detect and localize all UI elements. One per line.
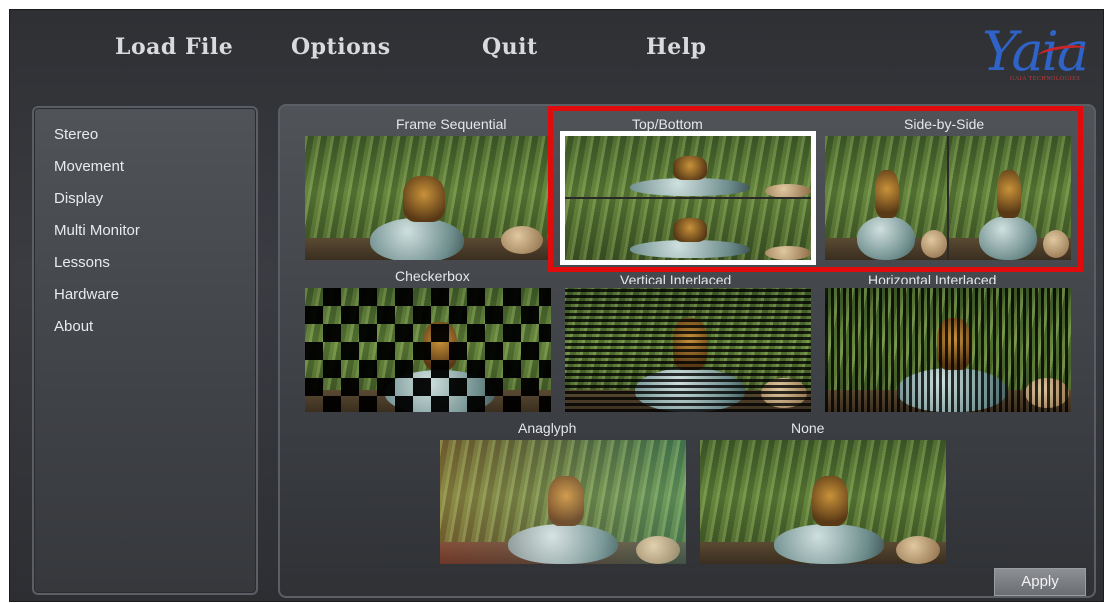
sidebar-item-lessons[interactable]: Lessons: [54, 254, 110, 271]
label-side-by-side: Side-by-Side: [904, 116, 985, 132]
rock-shape: [370, 218, 464, 260]
checker-pattern: [305, 288, 551, 412]
mode-thumb-top-bottom[interactable]: [560, 131, 816, 265]
label-checkerbox: Checkerbox: [395, 268, 470, 284]
logo: Yaia GAIA TECHNOLOGIES: [982, 20, 1094, 90]
rock-shape-left: [857, 216, 915, 260]
mode-thumb-vertical-interlaced[interactable]: [565, 288, 811, 412]
sidebar-item-multi-monitor[interactable]: Multi Monitor: [54, 222, 140, 239]
frog-shape: [812, 476, 848, 526]
sidebar-item-about[interactable]: About: [54, 318, 93, 335]
pebble-shape: [501, 226, 543, 254]
label-vertical-interlaced: Vertical Interlaced: [620, 272, 732, 284]
anaglyph-tint: [440, 440, 686, 564]
split-line: [947, 136, 949, 260]
pebble-shape-top: [765, 184, 811, 198]
sidebar-item-stereo[interactable]: Stereo: [54, 126, 98, 143]
display-mode-panel: Frame Sequential Top/Bottom Side-by-Side: [278, 104, 1096, 598]
frog-shape-top: [673, 156, 707, 180]
logo-subtitle: GAIA TECHNOLOGIES: [1010, 76, 1081, 82]
rock-shape: [774, 524, 884, 564]
frog-shape-bottom: [673, 218, 707, 242]
pebble-shape: [896, 536, 940, 564]
mode-thumb-none[interactable]: [700, 440, 946, 564]
mode-thumb-anaglyph[interactable]: [440, 440, 686, 564]
app-window: Load File Options Quit Help Yaia GAIA TE…: [9, 9, 1104, 602]
split-line: [565, 197, 811, 199]
mode-thumb-frame-sequential[interactable]: [305, 136, 551, 260]
pebble-shape-right: [1043, 230, 1069, 258]
apply-button[interactable]: Apply: [994, 568, 1086, 596]
vertical-lines-pattern: [825, 288, 1071, 412]
label-anaglyph: Anaglyph: [518, 420, 577, 436]
pebble-shape-bottom: [765, 246, 811, 260]
sidebar-item-movement[interactable]: Movement: [54, 158, 124, 175]
menu-help[interactable]: Help: [646, 34, 707, 60]
sidebar-item-hardware[interactable]: Hardware: [54, 286, 119, 303]
pebble-shape-left: [921, 230, 947, 258]
menu-options[interactable]: Options: [291, 34, 391, 60]
sidebar: Stereo Movement Display Multi Monitor Le…: [32, 106, 258, 595]
menu-quit[interactable]: Quit: [482, 34, 538, 60]
horizontal-lines-pattern: [565, 288, 811, 412]
menu-load-file[interactable]: Load File: [115, 34, 233, 60]
mode-thumb-side-by-side[interactable]: [825, 136, 1071, 260]
frog-shape-right: [997, 170, 1021, 218]
frog-shape: [403, 176, 445, 222]
rock-shape-top: [630, 178, 750, 196]
label-frame-sequential: Frame Sequential: [396, 116, 507, 132]
mode-thumb-horizontal-interlaced[interactable]: [825, 288, 1071, 412]
label-none: None: [791, 420, 825, 436]
label-horizontal-interlaced: Horizontal Interlaced: [868, 272, 997, 284]
frog-shape-left: [875, 170, 899, 218]
mode-thumb-checkerbox[interactable]: [305, 288, 551, 412]
sidebar-item-display[interactable]: Display: [54, 190, 103, 207]
menu-bar: Load File Options Quit Help Yaia GAIA TE…: [10, 10, 1103, 100]
rock-shape-right: [979, 216, 1037, 260]
label-top-bottom: Top/Bottom: [632, 116, 703, 132]
rock-shape-bottom: [630, 240, 750, 258]
